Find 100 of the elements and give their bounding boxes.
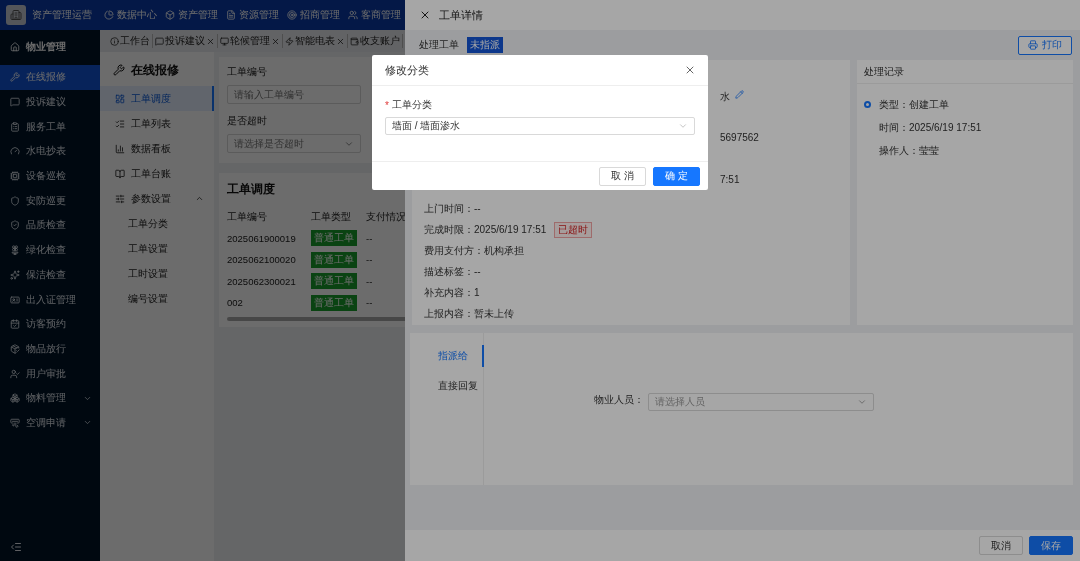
nav-item[interactable]: 招商管理 <box>287 8 348 22</box>
field-label: 工单编号 <box>227 65 267 79</box>
field-label: 是否超时 <box>227 114 267 128</box>
select-field[interactable]: 墙面 / 墙面渗水 <box>385 117 695 135</box>
page-tab[interactable]: 智能电表 <box>283 34 348 48</box>
home-icon <box>10 42 20 52</box>
sidebar-item[interactable]: 安防巡更 <box>0 188 100 214</box>
submenu-title: 在线报修 <box>100 58 214 82</box>
box-icon <box>165 10 175 20</box>
cancel-button[interactable]: 取 消 <box>599 166 647 186</box>
sidebar-item[interactable]: 品质检查 <box>0 213 100 238</box>
submenu-item[interactable]: 参数设置 <box>100 186 214 211</box>
sidebar-item[interactable]: 物料管理 <box>0 385 100 411</box>
monitor-icon <box>220 36 229 46</box>
page-tab[interactable]: 收支账户 <box>348 34 403 48</box>
detail-field: 上报内容：暂未上传 <box>424 306 514 321</box>
sidebar-item[interactable]: 保洁检查 <box>0 262 100 288</box>
overdue-tag: 已超时 <box>554 221 593 238</box>
submenu-item[interactable]: 工单台账 <box>100 161 214 186</box>
message-icon <box>10 97 20 108</box>
sidebar-item[interactable]: 服务工单 <box>0 114 100 140</box>
sparkle-icon <box>10 269 20 280</box>
shield-icon <box>10 195 20 206</box>
submenu-item[interactable]: 工单列表 <box>100 111 214 136</box>
detail-value: 5697562 <box>720 132 759 143</box>
required-mark: * <box>385 99 389 111</box>
detail-value: 7:51 <box>720 174 740 185</box>
page-tab[interactable]: 投诉建议 <box>153 34 218 48</box>
bolt-icon <box>285 36 294 46</box>
sidebar-item[interactable]: 水电抄表 <box>0 139 100 164</box>
sidebar-item[interactable]: 出入证管理 <box>0 287 100 312</box>
printer-icon <box>1028 40 1038 50</box>
detail-field: 上门时间：-- <box>424 201 481 216</box>
log-line: 类型：创建工单 <box>879 98 950 112</box>
table-cell-text: -- <box>366 232 374 244</box>
column-header: 工单类型 <box>311 209 352 224</box>
submenu-item[interactable]: 数据看板 <box>100 136 214 161</box>
type-tag: 普通工单 <box>311 251 357 268</box>
users-icon <box>348 10 358 20</box>
package-icon <box>10 343 20 354</box>
collapse-icon[interactable] <box>10 541 22 553</box>
submenu-item[interactable]: 编号设置 <box>100 286 214 311</box>
save-button[interactable]: 保存 <box>1029 536 1073 555</box>
side-tab[interactable]: 直接回复 <box>410 375 484 397</box>
sidebar-item[interactable]: 绿化检查 <box>0 237 100 263</box>
detail-field: 描述标签：-- <box>424 264 481 279</box>
book-icon <box>115 168 125 179</box>
nav-item[interactable]: 资产管理 <box>165 8 226 22</box>
gauge-icon <box>10 146 20 157</box>
table-cell-text: -- <box>366 254 374 266</box>
detail-value: 水 <box>720 90 730 104</box>
side-tab[interactable]: 指派给 <box>410 345 484 367</box>
sidebar-item[interactable]: 物品放行 <box>0 336 100 362</box>
drawer-title: 工单详情 <box>439 7 483 23</box>
sidebar-item[interactable]: 空调申请 <box>0 410 100 436</box>
field-label: 物业人员： <box>593 393 644 407</box>
boxes-icon <box>10 393 20 404</box>
document-icon <box>226 10 236 20</box>
submenu-item[interactable]: 工单调度 <box>100 86 214 111</box>
calendar-icon <box>10 319 20 330</box>
page-tab[interactable]: 工作台 <box>108 34 153 48</box>
sidebar-item[interactable]: 用户审批 <box>0 361 100 386</box>
table-cell-text: 2025062100020 <box>227 254 297 266</box>
sidebar-item[interactable]: 设备巡检 <box>0 163 100 189</box>
field-label: 工单分类 <box>391 98 432 112</box>
submenu-item[interactable]: 工时设置 <box>100 261 214 286</box>
air-vent-icon <box>10 417 20 428</box>
table-cell-text: 2025062300021 <box>227 275 297 287</box>
sidebar-item[interactable]: 访客预约 <box>0 311 100 337</box>
sidebar-group[interactable]: 物业管理 <box>0 35 100 59</box>
modal-title: 修改分类 <box>385 62 429 78</box>
close-icon[interactable] <box>419 9 431 21</box>
log-line: 操作人：莹莹 <box>879 144 940 158</box>
list-icon <box>115 118 125 129</box>
sidebar-item[interactable]: 在线报修 <box>0 65 100 90</box>
print-button[interactable]: 打印 <box>1018 35 1072 55</box>
table-cell-text: 002 <box>227 297 244 309</box>
submenu-item[interactable]: 工单分类 <box>100 211 214 236</box>
app-name: 资产管理运营 <box>32 8 92 22</box>
clipboard-icon <box>10 121 20 132</box>
nav-item[interactable]: 资源管理 <box>226 8 287 22</box>
flower-icon <box>10 245 20 256</box>
close-icon[interactable] <box>684 64 696 76</box>
table-title: 工单调度 <box>227 181 275 198</box>
chevron-icon <box>856 397 867 407</box>
chip-icon <box>10 171 20 182</box>
type-tag: 普通工单 <box>311 294 357 311</box>
bar-chart-icon <box>115 143 125 154</box>
chevron-icon <box>195 194 204 203</box>
message-icon <box>155 36 164 46</box>
select-field[interactable]: 请选择人员 <box>647 393 874 411</box>
page-tab[interactable]: 轮候管理 <box>218 34 283 48</box>
confirm-button[interactable]: 确 定 <box>653 166 700 186</box>
submenu-item[interactable]: 工单设置 <box>100 236 214 261</box>
type-tag: 普通工单 <box>311 273 357 290</box>
nav-item[interactable]: 数据中心 <box>104 8 165 22</box>
edit-icon[interactable] <box>735 90 744 99</box>
logo-icon <box>6 5 26 25</box>
nav-item[interactable]: 客商管理 <box>348 8 409 22</box>
cancel-button[interactable]: 取消 <box>979 536 1023 555</box>
